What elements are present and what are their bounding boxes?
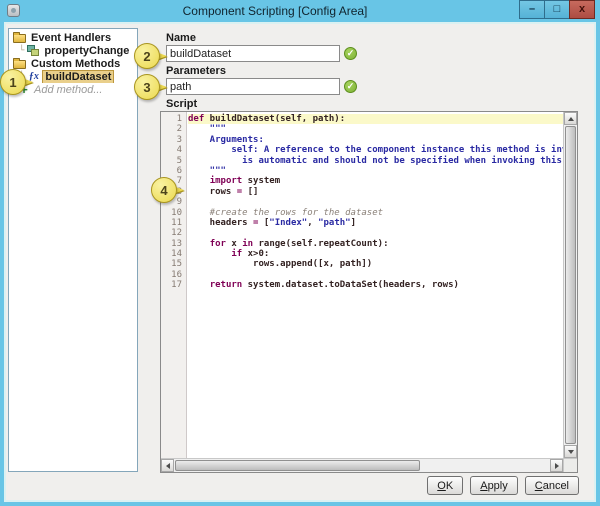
method-tree: Event Handlers └ propertyChangeCustom Meth… — [8, 28, 138, 472]
close-button[interactable]: x — [569, 0, 595, 19]
vertical-scroll-thumb[interactable] — [565, 126, 576, 444]
dialog-buttons: OK Apply Cancel — [427, 476, 579, 495]
name-label: Name — [166, 32, 196, 44]
scroll-right-icon[interactable] — [550, 459, 563, 472]
line-number: 14 — [161, 249, 186, 259]
folder-icon — [13, 34, 26, 43]
code-line: if x>0: — [188, 249, 563, 259]
code-line: Arguments: — [188, 135, 563, 145]
property-icon — [27, 45, 39, 56]
line-number: 16 — [161, 270, 186, 280]
code-line: #create the rows for the dataset — [188, 208, 563, 218]
code-line: rows.append([x, path]) — [188, 259, 563, 269]
script-label: Script — [166, 98, 197, 110]
window-title: Component Scripting [Config Area] — [40, 4, 510, 18]
maximize-button[interactable]: □ — [544, 0, 570, 19]
line-number: 13 — [161, 239, 186, 249]
scroll-left-icon[interactable] — [161, 459, 174, 472]
line-number: 12 — [161, 228, 186, 238]
line-number: 4 — [161, 145, 186, 155]
line-number: 17 — [161, 280, 186, 290]
line-number: 2 — [161, 124, 186, 134]
callout-2: 2 — [134, 43, 160, 69]
code-line — [188, 228, 563, 238]
line-number: 3 — [161, 135, 186, 145]
parameters-input[interactable] — [166, 78, 340, 95]
editor-gutter: 1234567891011121314151617 — [161, 112, 187, 458]
apply-button[interactable]: Apply — [470, 476, 518, 495]
horizontal-scroll-thumb[interactable] — [175, 460, 420, 471]
line-number: 11 — [161, 218, 186, 228]
line-number: 10 — [161, 208, 186, 218]
editor-code[interactable]: def buildDataset(self, path): """ Argume… — [188, 112, 563, 458]
code-line: def buildDataset(self, path): — [188, 114, 563, 124]
app-icon — [7, 4, 20, 17]
line-number: 6 — [161, 166, 186, 176]
code-line: """ — [188, 166, 563, 176]
parameters-label: Parameters — [166, 65, 226, 77]
tree-item-label: Add method... — [32, 84, 105, 96]
callout-4: 4 — [151, 177, 177, 203]
folder-icon — [13, 60, 26, 69]
ok-button[interactable]: OK — [427, 476, 463, 495]
vertical-scrollbar[interactable] — [563, 112, 577, 458]
code-line — [188, 197, 563, 207]
code-line: for x in range(self.repeatCount): — [188, 239, 563, 249]
code-line: is automatic and should not be specified… — [188, 156, 563, 166]
tree-item-label: propertyChange — [42, 45, 131, 57]
tree-item-event-handlers[interactable]: Event Handlers — [9, 31, 137, 44]
callout-number: 4 — [151, 177, 177, 203]
tree-item-propertychange[interactable]: └ propertyChange — [9, 44, 137, 57]
callout-1: 1 — [0, 69, 26, 95]
line-number: 1 — [161, 114, 186, 124]
horizontal-scrollbar[interactable] — [161, 458, 563, 472]
name-input[interactable] — [166, 45, 340, 62]
line-number: 5 — [161, 156, 186, 166]
dialog-window: Component Scripting [Config Area] – □ x … — [0, 0, 600, 506]
minimize-button[interactable]: – — [519, 0, 545, 19]
cancel-button[interactable]: Cancel — [525, 476, 579, 495]
tree-item-label: buildDataset — [43, 71, 113, 83]
code-line: headers = ["Index", "path"] — [188, 218, 563, 228]
code-line: rows = [] — [188, 187, 563, 197]
titlebar: Component Scripting [Config Area] – □ x — [0, 0, 600, 22]
tree-item-label: Custom Methods — [29, 58, 122, 70]
callout-number: 2 — [134, 43, 160, 69]
window-controls: – □ x — [520, 0, 595, 19]
code-line: self: A reference to the component insta… — [188, 145, 563, 155]
script-editor: 1234567891011121314151617 def buildDatas… — [160, 111, 578, 473]
name-valid-check-icon: ✓ — [344, 47, 357, 60]
code-line: import system — [188, 176, 563, 186]
scroll-down-icon[interactable] — [564, 445, 577, 458]
tree-connector: └ — [19, 46, 24, 56]
tree-item-label: Event Handlers — [29, 32, 113, 44]
code-line — [188, 270, 563, 280]
line-number: 15 — [161, 259, 186, 269]
callout-number: 1 — [0, 69, 26, 95]
callout-number: 3 — [134, 74, 160, 100]
dialog-client-area: Event Handlers └ propertyChangeCustom Meth… — [4, 22, 596, 502]
code-line: """ — [188, 124, 563, 134]
scroll-up-icon[interactable] — [564, 112, 577, 125]
callout-3: 3 — [134, 74, 160, 100]
tree-item-custom-methods[interactable]: Custom Methods — [9, 57, 137, 70]
parameters-valid-check-icon: ✓ — [344, 80, 357, 93]
scrollbar-corner — [563, 458, 577, 472]
code-line: return system.dataset.toDataSet(headers,… — [188, 280, 563, 290]
